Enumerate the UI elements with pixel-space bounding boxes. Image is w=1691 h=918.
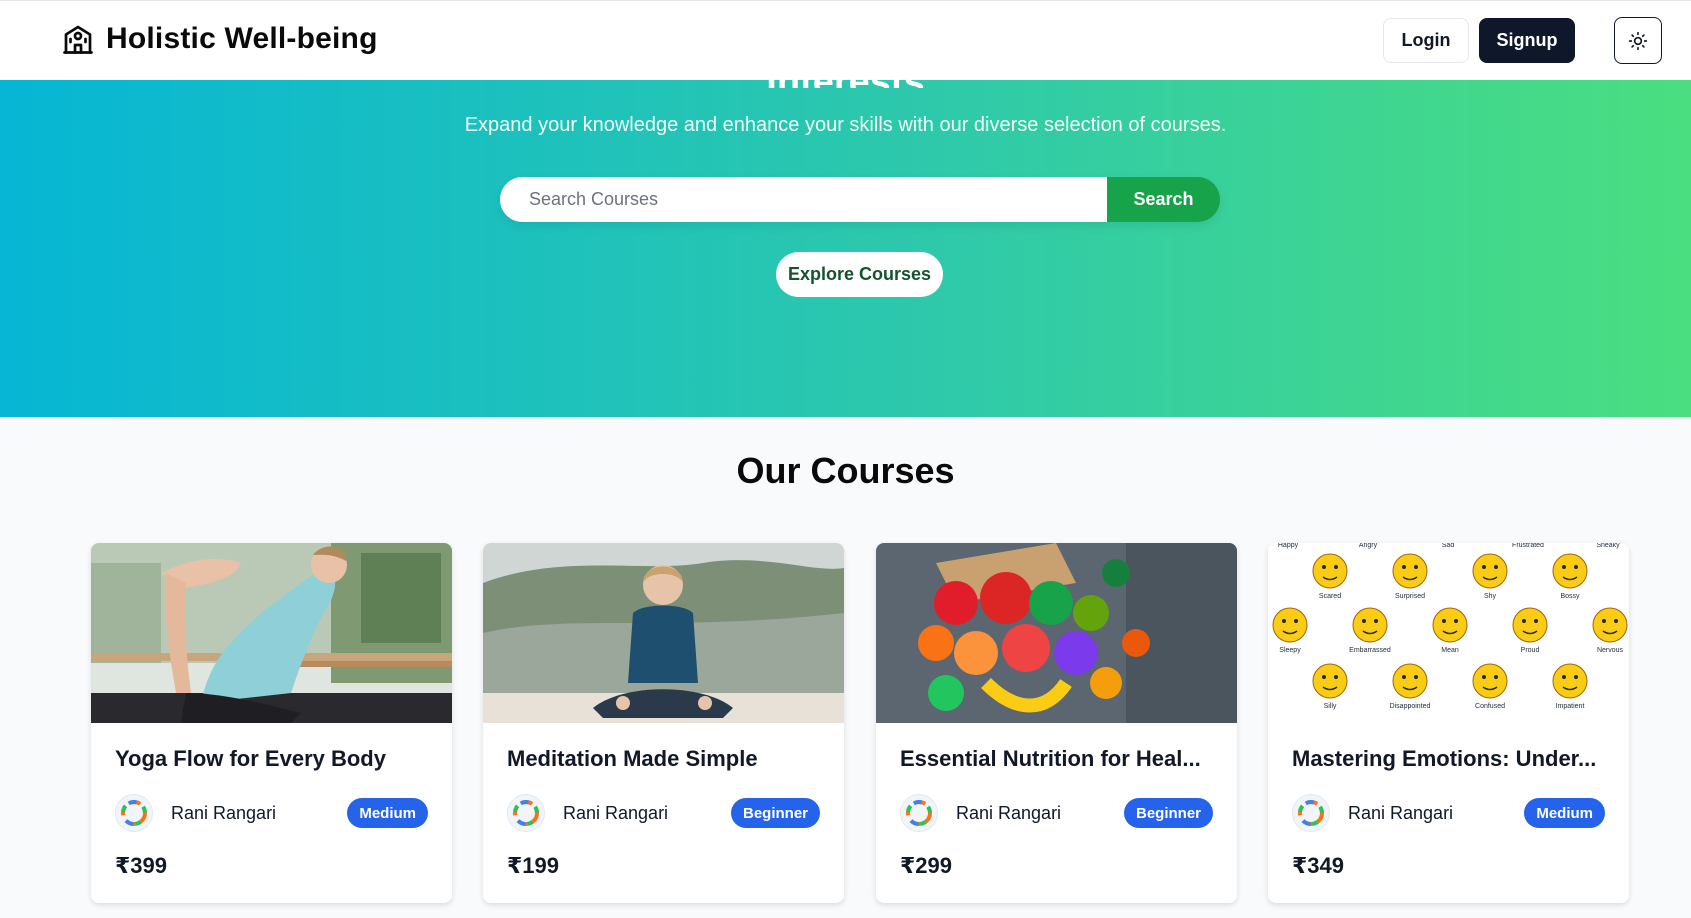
author-row: Rani Rangari Medium	[115, 794, 428, 832]
emoji-face-icon	[1392, 663, 1428, 699]
emotion-caption: Surprised	[1395, 593, 1425, 600]
emotion-caption: Angry	[1359, 543, 1378, 549]
emotion-caption: Happy	[1278, 543, 1299, 549]
level-badge: Beginner	[730, 798, 820, 828]
emoji-face-icon	[1352, 607, 1388, 643]
emotion-caption: Shy	[1484, 593, 1497, 600]
emotion-caption: Confused	[1475, 703, 1505, 710]
search-input[interactable]	[500, 177, 1107, 222]
emotion-caption: Mean	[1441, 647, 1459, 654]
search-button[interactable]: Search	[1107, 177, 1220, 222]
hero-banner: Interests Expand your knowledge and enha…	[0, 76, 1691, 417]
course-image-emotions: Happy Angry Sad Frustrated Sneaky Scared Surpr…	[1268, 543, 1629, 723]
theme-toggle-button[interactable]	[1614, 17, 1662, 64]
course-price: ₹349	[1292, 853, 1345, 878]
top-navbar: Holistic Well-being Login Signup	[0, 0, 1691, 80]
search-bar: Search	[500, 177, 1220, 222]
course-image-yoga	[91, 543, 452, 723]
emoji-face-icon	[1312, 553, 1348, 589]
emoji-face-icon	[1592, 607, 1628, 643]
emoji-face-icon	[1552, 553, 1588, 589]
emotion-caption: Proud	[1521, 647, 1540, 654]
emotion-caption: Sneaky	[1596, 543, 1620, 549]
emoji-face-icon	[1392, 553, 1428, 589]
author-avatar	[507, 794, 545, 832]
author-avatar	[900, 794, 938, 832]
course-card-nutrition[interactable]: Essential Nutrition for Heal... Rani Ran…	[876, 543, 1237, 903]
level-badge: Beginner	[1123, 798, 1213, 828]
emotion-caption: Disappointed	[1390, 703, 1431, 710]
emoji-face-icon	[1512, 607, 1548, 643]
sun-icon	[1628, 31, 1648, 50]
signup-button[interactable]: Signup	[1479, 18, 1575, 63]
emoji-face-icon	[1432, 607, 1468, 643]
course-title[interactable]: Essential Nutrition for Heal...	[900, 746, 1220, 772]
author-row: Rani Rangari Beginner	[900, 794, 1213, 832]
emotion-caption: Sad	[1442, 543, 1455, 549]
author-name: Rani Rangari	[563, 802, 669, 823]
course-title[interactable]: Mastering Emotions: Under...	[1292, 746, 1612, 772]
course-card-emotions[interactable]: Happy Angry Sad Frustrated Sneaky Scared Surpr…	[1268, 543, 1629, 903]
emotion-caption: Impatient	[1556, 703, 1585, 710]
emoji-face-icon	[1472, 663, 1508, 699]
author-name: Rani Rangari	[1348, 802, 1454, 823]
emotion-caption: Frustrated	[1512, 543, 1544, 549]
course-image-nutrition	[876, 543, 1237, 723]
school-building-icon	[63, 25, 93, 54]
emotion-caption: Nervous	[1597, 647, 1624, 654]
section-title: Our Courses	[736, 450, 955, 491]
author-name: Rani Rangari	[956, 802, 1062, 823]
emoji-face-icon	[1272, 607, 1308, 643]
emotion-caption: Scared	[1319, 593, 1341, 600]
emoji-face-icon	[1552, 663, 1588, 699]
emotion-caption: Embarrassed	[1349, 647, 1391, 654]
author-row: Rani Rangari Medium	[1292, 794, 1605, 832]
brand[interactable]: Holistic Well-being	[60, 21, 378, 57]
author-row: Rani Rangari Beginner	[507, 794, 820, 832]
emoji-face-icon	[1472, 553, 1508, 589]
emotion-caption: Sleepy	[1279, 647, 1301, 654]
course-title[interactable]: Meditation Made Simple	[507, 746, 827, 772]
author-name: Rani Rangari	[171, 802, 277, 823]
level-badge: Medium	[347, 798, 428, 828]
explore-courses-button[interactable]: Explore Courses	[776, 252, 943, 297]
brand-title: Holistic Well-being	[106, 22, 378, 55]
author-avatar	[115, 794, 153, 832]
course-price: ₹299	[900, 853, 953, 878]
emoji-face-icon	[1312, 663, 1348, 699]
course-price: ₹399	[115, 853, 168, 878]
login-button[interactable]: Login	[1383, 18, 1469, 63]
emotion-caption: Bossy	[1560, 593, 1580, 600]
hero-subtitle: Expand your knowledge and enhance your s…	[464, 114, 1227, 136]
emotion-caption: Silly	[1324, 703, 1337, 710]
course-card-meditation[interactable]: Meditation Made Simple Rani Rangari Begi…	[483, 543, 844, 903]
course-card-yoga[interactable]: Yoga Flow for Every Body Rani Rangari Me…	[91, 543, 452, 903]
course-title[interactable]: Yoga Flow for Every Body	[115, 746, 435, 772]
course-price: ₹199	[507, 853, 560, 878]
course-image-meditation	[483, 543, 844, 723]
level-badge: Medium	[1524, 798, 1605, 828]
author-avatar	[1292, 794, 1330, 832]
